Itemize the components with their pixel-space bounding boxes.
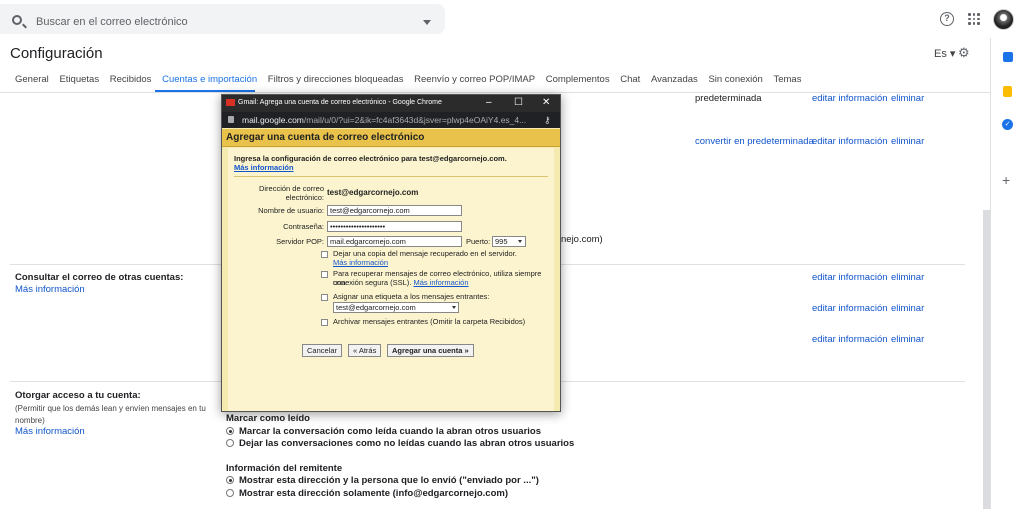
archive-checkbox[interactable] bbox=[321, 319, 328, 326]
search-icon[interactable] bbox=[12, 15, 22, 25]
ssl-label-2: conexión segura (SSL). Más información bbox=[333, 278, 469, 287]
popup-url: mail.google.com/mail/u/0/?ui=2&ik=fc4af3… bbox=[242, 115, 527, 125]
edit-info-link[interactable]: editar información bbox=[812, 303, 888, 314]
edit-info-link[interactable]: editar información bbox=[812, 93, 888, 104]
default-label: predeterminada bbox=[695, 93, 762, 104]
popup-address-bar[interactable]: mail.google.com/mail/u/0/?ui=2&ik=fc4af3… bbox=[222, 112, 560, 128]
settings-tabs: General Etiquetas Recibidos Cuentas e im… bbox=[15, 74, 809, 90]
delete-link[interactable]: eliminar bbox=[891, 334, 924, 345]
tab-filtros[interactable]: Filtros y direcciones bloqueadas bbox=[268, 74, 404, 85]
username-input[interactable]: test@edgarcornejo.com bbox=[327, 205, 462, 216]
popup-body: Ingresa la configuración de correo elect… bbox=[228, 148, 554, 411]
key-icon[interactable]: ⚷ bbox=[544, 115, 551, 126]
sender-info-option-2: Mostrar esta dirección solamente (info@e… bbox=[239, 488, 508, 499]
side-panel bbox=[990, 38, 1024, 509]
keep-icon[interactable] bbox=[1003, 86, 1012, 97]
chevron-down-icon bbox=[452, 306, 456, 309]
partial-address-text: nejo.com) bbox=[561, 234, 603, 245]
username-label: Nombre de usuario: bbox=[258, 206, 324, 215]
tab-temas[interactable]: Temas bbox=[773, 74, 801, 85]
mark-read-option-1: Marcar la conversación como leída cuando… bbox=[239, 426, 541, 437]
tab-etiquetas[interactable]: Etiquetas bbox=[59, 74, 99, 85]
tab-complementos[interactable]: Complementos bbox=[546, 74, 610, 85]
sender-info-radio-2[interactable] bbox=[226, 489, 234, 497]
label-checkbox[interactable] bbox=[321, 294, 328, 301]
tab-chat[interactable]: Chat bbox=[620, 74, 640, 85]
password-input[interactable]: ••••••••••••••••••••• bbox=[327, 221, 462, 232]
more-info-link[interactable]: Más información bbox=[15, 426, 85, 437]
intro-text: Ingresa la configuración de correo elect… bbox=[234, 154, 507, 163]
delete-link[interactable]: eliminar bbox=[891, 93, 924, 104]
chevron-down-icon bbox=[518, 240, 522, 243]
sender-info-option-1: Mostrar esta dirección y la persona que … bbox=[239, 475, 539, 486]
tab-general[interactable]: General bbox=[15, 74, 49, 85]
password-label: Contraseña: bbox=[283, 222, 324, 231]
add-account-popup: Gmail: Agrega una cuenta de correo elect… bbox=[221, 94, 561, 412]
more-info-link[interactable]: Más información bbox=[413, 278, 468, 287]
add-addon-icon[interactable]: + bbox=[1002, 172, 1010, 188]
more-info-link[interactable]: Más información bbox=[15, 284, 85, 295]
more-info-link[interactable]: Más información bbox=[234, 163, 294, 172]
mark-read-radio-1[interactable] bbox=[226, 427, 234, 435]
archive-label: Archivar mensajes entrantes (Omitir la c… bbox=[333, 317, 526, 326]
close-icon[interactable]: ✕ bbox=[542, 97, 550, 108]
popup-window-title: Gmail: Agrega una cuenta de correo elect… bbox=[238, 99, 442, 106]
avatar[interactable] bbox=[993, 9, 1014, 30]
back-button[interactable]: « Atrás bbox=[348, 344, 382, 357]
delete-link[interactable]: eliminar bbox=[891, 303, 924, 314]
popup-header: Agregar una cuenta de correo electrónico bbox=[222, 129, 560, 147]
gmail-icon bbox=[226, 99, 235, 106]
cancel-button[interactable]: Cancelar bbox=[302, 344, 343, 357]
email-label: Dirección de correo electrónico: bbox=[258, 184, 324, 202]
grant-access-description: (Permitir que los demás lean y envíen me… bbox=[15, 404, 206, 425]
search-options-icon[interactable] bbox=[423, 20, 431, 25]
help-icon[interactable]: ? bbox=[940, 12, 954, 26]
mark-read-title: Marcar como leído bbox=[226, 413, 310, 424]
tab-cuentas[interactable]: Cuentas e importación bbox=[162, 74, 257, 85]
leave-copy-label: Dejar una copia del mensaje recuperado e… bbox=[333, 249, 517, 258]
leave-copy-checkbox[interactable] bbox=[321, 251, 328, 258]
page-title: Configuración bbox=[10, 45, 103, 62]
language-selector[interactable]: Es ▾ bbox=[934, 47, 955, 60]
mark-read-option-2: Dejar las conversaciones como no leídas … bbox=[239, 438, 575, 449]
popup-titlebar[interactable]: Gmail: Agrega una cuenta de correo elect… bbox=[222, 95, 560, 112]
tasks-icon[interactable]: ✓ bbox=[1002, 119, 1013, 130]
search-bar[interactable]: Buscar en el correo electrónico bbox=[0, 4, 445, 34]
apps-icon[interactable] bbox=[968, 13, 980, 25]
pop-server-input[interactable]: mail.edgarcornejo.com bbox=[327, 236, 462, 247]
more-info-link[interactable]: Más información bbox=[333, 258, 388, 267]
sender-info-radio-1[interactable] bbox=[226, 476, 234, 484]
tab-recibidos[interactable]: Recibidos bbox=[110, 74, 152, 85]
delete-link[interactable]: eliminar bbox=[891, 272, 924, 283]
minimize-icon[interactable]: – bbox=[486, 97, 492, 108]
make-default-link[interactable]: convertir en predeterminada bbox=[695, 136, 814, 147]
ssl-checkbox[interactable] bbox=[321, 271, 328, 278]
label-select[interactable]: test@edgarcornejo.com bbox=[333, 302, 459, 313]
edit-info-link[interactable]: editar información bbox=[812, 136, 888, 147]
tab-sin-conexion[interactable]: Sin conexión bbox=[708, 74, 762, 85]
edit-info-link[interactable]: editar información bbox=[812, 272, 888, 283]
label-option: Asignar una etiqueta a los mensajes entr… bbox=[333, 292, 490, 301]
delete-link[interactable]: eliminar bbox=[891, 136, 924, 147]
email-value: test@edgarcornejo.com bbox=[327, 188, 419, 197]
consult-accounts-title: Consultar el correo de otras cuentas: bbox=[15, 272, 184, 283]
add-account-button[interactable]: Agregar una cuenta » bbox=[387, 344, 474, 357]
pop-server-label: Servidor POP: bbox=[276, 237, 324, 246]
lock-icon bbox=[228, 116, 234, 123]
mark-read-radio-2[interactable] bbox=[226, 439, 234, 447]
search-input[interactable]: Buscar en el correo electrónico bbox=[36, 16, 188, 28]
port-label: Puerto: bbox=[466, 237, 491, 246]
scrollbar[interactable] bbox=[983, 210, 990, 509]
popup-heading: Agregar una cuenta de correo electrónico bbox=[226, 132, 425, 143]
calendar-icon[interactable] bbox=[1003, 52, 1013, 62]
grant-access-title: Otorgar acceso a tu cuenta: bbox=[15, 390, 141, 401]
sender-info-title: Información del remitente bbox=[226, 463, 343, 474]
maximize-icon[interactable]: ☐ bbox=[514, 97, 523, 108]
tab-reenvio[interactable]: Reenvío y correo POP/IMAP bbox=[414, 74, 535, 85]
edit-info-link[interactable]: editar información bbox=[812, 334, 888, 345]
tab-avanzadas[interactable]: Avanzadas bbox=[651, 74, 698, 85]
divider bbox=[234, 176, 548, 177]
gear-icon[interactable]: ⚙ bbox=[958, 45, 970, 61]
